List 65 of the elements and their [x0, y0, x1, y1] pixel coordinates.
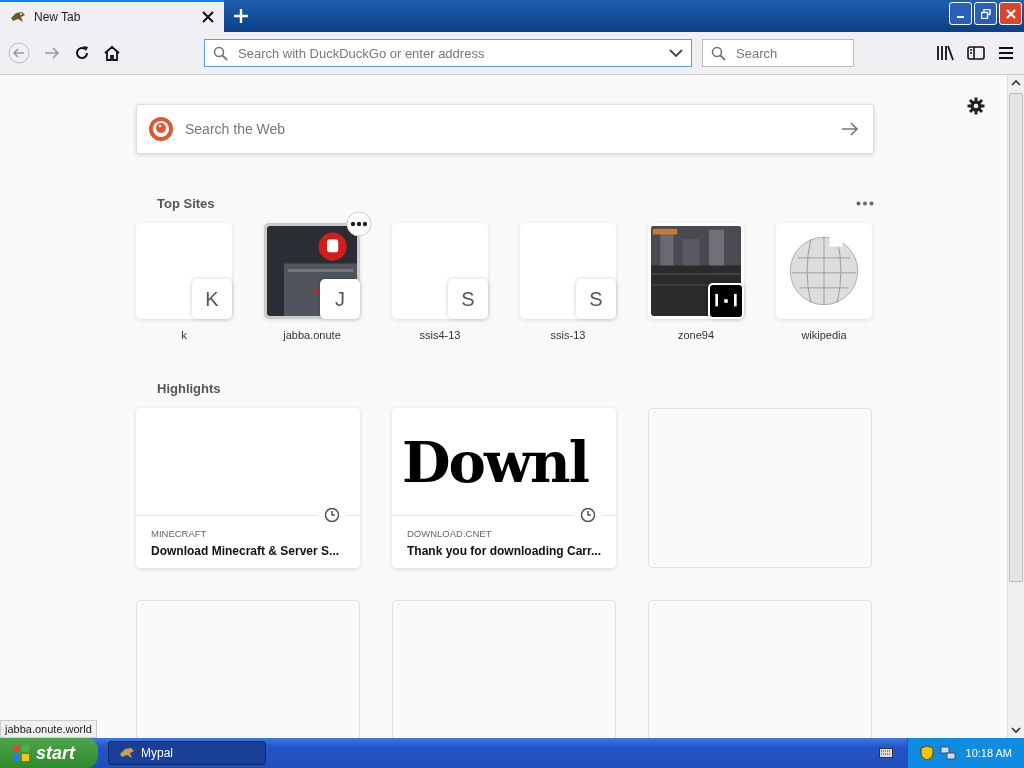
site-tile[interactable]	[776, 223, 872, 319]
settings-icon[interactable]	[967, 97, 985, 115]
letter-badge: S	[576, 279, 616, 319]
search-input[interactable]: Search	[734, 44, 845, 62]
section-title: Highlights	[157, 381, 221, 396]
restore-icon	[980, 8, 991, 19]
dropdown-icon[interactable]	[669, 48, 683, 58]
card-source: MINECRAFT	[151, 528, 208, 540]
arrow-icon[interactable]	[841, 121, 859, 137]
site-tile[interactable]: S	[392, 223, 488, 319]
menu-icon[interactable]	[998, 46, 1014, 60]
status-url: jabba.onute.world	[0, 720, 97, 738]
highlight-card[interactable]: MINECRAFT Download Minecraft & Server S...	[136, 408, 360, 568]
site-label: ssis-13	[550, 329, 586, 341]
address-field[interactable]: Search with DuckDuckGo or enter address	[204, 39, 692, 67]
minimize-button[interactable]	[949, 2, 972, 25]
restore-button[interactable]	[974, 2, 997, 25]
highlight-card[interactable]: Downl DOWNLOAD.CNET Thank you for downloading Carr...	[392, 408, 616, 568]
close-button[interactable]	[999, 2, 1022, 25]
site-tile[interactable]: K	[136, 223, 232, 319]
globe-icon	[779, 226, 869, 316]
home-icon[interactable]	[103, 45, 121, 61]
section-title: Top Sites	[157, 196, 215, 211]
card-title: Download Minecraft & Server S...	[151, 544, 341, 559]
site-label: zone94	[677, 329, 715, 341]
close-icon[interactable]	[202, 11, 214, 23]
start-button[interactable]: start	[0, 738, 98, 768]
web-search-input[interactable]: Search the Web	[183, 120, 831, 138]
sidebar-icon[interactable]	[967, 45, 985, 61]
card-source: DOWNLOAD.CNET	[407, 528, 493, 540]
site-tile[interactable]: S	[520, 223, 616, 319]
search-field[interactable]: Search	[702, 39, 854, 67]
site-label: k	[181, 329, 187, 341]
taskbar-item[interactable]: Mypal	[108, 741, 266, 765]
search-icon	[213, 45, 228, 61]
thumbnail-text: Downl	[402, 428, 589, 495]
letter-badge: K	[192, 279, 232, 319]
library-icon[interactable]	[936, 45, 954, 61]
search-icon	[711, 45, 726, 61]
letter-badge: J	[320, 279, 360, 319]
browser-tab[interactable]: New Tab	[0, 0, 224, 32]
site-label: jabba.onute	[283, 329, 341, 341]
bird-icon	[10, 10, 26, 24]
duck-logo-icon	[149, 117, 173, 141]
close-icon	[1005, 8, 1016, 19]
letter-badge: S	[448, 279, 488, 319]
bird-icon	[119, 746, 135, 760]
site-label: wikipedia	[801, 329, 847, 341]
web-search-field[interactable]: Search the Web	[136, 104, 874, 154]
more-icon[interactable]	[856, 201, 874, 206]
pong-icon	[708, 283, 744, 319]
clock-text: 10:18 AM	[965, 747, 1012, 759]
plus-icon[interactable]	[234, 9, 248, 23]
windows-logo-icon	[12, 744, 30, 762]
minimize-icon	[957, 15, 964, 18]
keyboard-icon[interactable]	[878, 748, 893, 758]
address-input[interactable]: Search with DuckDuckGo or enter address	[236, 44, 661, 62]
card-title: Thank you for downloading Carr...	[407, 544, 601, 559]
more-button[interactable]	[346, 211, 372, 237]
site-tile[interactable]: J	[264, 223, 360, 319]
network-icon[interactable]	[939, 745, 956, 761]
scrollbar[interactable]	[1007, 75, 1024, 738]
site-label: ssis4-13	[419, 329, 461, 341]
shield-icon[interactable]	[919, 745, 934, 761]
reload-icon[interactable]	[74, 45, 90, 61]
